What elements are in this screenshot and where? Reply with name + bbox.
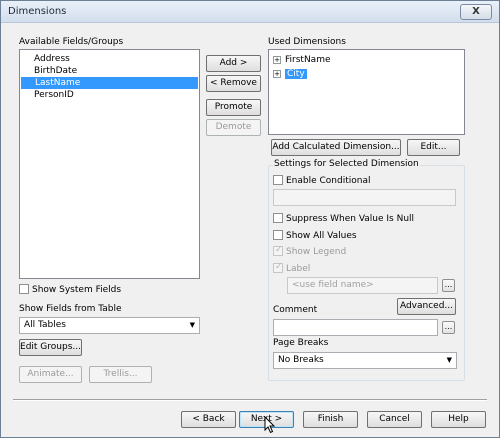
checkbox-box[interactable]: [273, 230, 283, 240]
used-dimensions-tree[interactable]: + FirstName + City: [268, 49, 465, 135]
dialog-title: Dimensions: [8, 6, 67, 17]
trellis-button[interactable]: Trellis...: [89, 366, 152, 383]
enable-conditional-checkbox[interactable]: Enable Conditional: [273, 175, 370, 187]
help-button[interactable]: Help: [431, 411, 486, 428]
show-fields-from-table-label: Show Fields from Table: [19, 304, 122, 314]
checkbox-box[interactable]: [273, 213, 283, 223]
promote-button[interactable]: Promote: [206, 99, 261, 116]
checkbox-box[interactable]: [19, 284, 29, 294]
page-breaks-select[interactable]: No Breaks ▼: [273, 352, 457, 369]
close-icon: X: [472, 6, 480, 17]
footer-separator: [13, 399, 487, 401]
checkbox-box[interactable]: ✓: [273, 262, 283, 273]
label-checkbox[interactable]: ✓ Label: [273, 262, 310, 275]
edit-groups-button[interactable]: Edit Groups...: [19, 339, 82, 356]
comment-field[interactable]: [273, 319, 438, 336]
show-system-fields-checkbox[interactable]: Show System Fields: [19, 284, 121, 296]
mouse-cursor-icon: [264, 416, 276, 434]
label-browse-button[interactable]: ...: [442, 279, 455, 292]
suppress-null-checkbox[interactable]: Suppress When Value Is Null: [273, 213, 414, 225]
settings-group-title: Settings for Selected Dimension: [273, 159, 420, 169]
demote-button[interactable]: Demote: [206, 119, 261, 136]
animate-button[interactable]: Animate...: [19, 366, 82, 383]
edit-dimension-button[interactable]: Edit...: [407, 139, 460, 156]
finish-button[interactable]: Finish: [303, 411, 358, 428]
close-button[interactable]: X: [460, 4, 492, 20]
back-button[interactable]: < Back: [181, 411, 236, 428]
advanced-button[interactable]: Advanced...: [397, 298, 456, 315]
dimensions-dialog: Dimensions X Available Fields/Groups Add…: [0, 0, 500, 438]
add-button[interactable]: Add >: [206, 55, 261, 72]
expand-icon[interactable]: +: [273, 56, 281, 64]
available-fields-list[interactable]: Address BirthDate LastName PersonID: [19, 49, 200, 279]
checkbox-box[interactable]: [273, 175, 283, 185]
comment-label: Comment: [273, 305, 318, 315]
cancel-button[interactable]: Cancel: [367, 411, 422, 428]
table-select[interactable]: All Tables ▼: [19, 317, 200, 334]
list-item[interactable]: PersonID: [20, 89, 199, 101]
checkmark-icon: ✓: [275, 262, 283, 272]
available-fields-label: Available Fields/Groups: [19, 37, 124, 47]
chevron-down-icon: ▼: [446, 356, 452, 364]
checkbox-box[interactable]: ✓: [273, 245, 283, 256]
tree-item-firstname[interactable]: + FirstName: [273, 55, 331, 67]
label-field[interactable]: <use field name>: [287, 277, 438, 294]
show-legend-checkbox[interactable]: ✓ Show Legend: [273, 245, 346, 258]
list-item[interactable]: BirthDate: [20, 65, 199, 77]
page-breaks-label: Page Breaks: [273, 338, 329, 348]
conditional-expression-field[interactable]: [273, 189, 456, 206]
chevron-down-icon: ▼: [189, 321, 195, 329]
expand-icon[interactable]: +: [273, 70, 281, 78]
list-item[interactable]: LastName: [21, 77, 198, 89]
used-dimensions-label: Used Dimensions: [268, 37, 346, 47]
checkmark-icon: ✓: [275, 245, 283, 255]
show-all-values-checkbox[interactable]: Show All Values: [273, 230, 357, 242]
list-item[interactable]: Address: [20, 53, 199, 65]
tree-item-city[interactable]: + City: [273, 69, 307, 81]
remove-button[interactable]: < Remove: [206, 75, 261, 92]
comment-browse-button[interactable]: ...: [442, 321, 455, 334]
add-calculated-dimension-button[interactable]: Add Calculated Dimension...: [271, 139, 401, 156]
title-bar: Dimensions X: [1, 1, 499, 23]
